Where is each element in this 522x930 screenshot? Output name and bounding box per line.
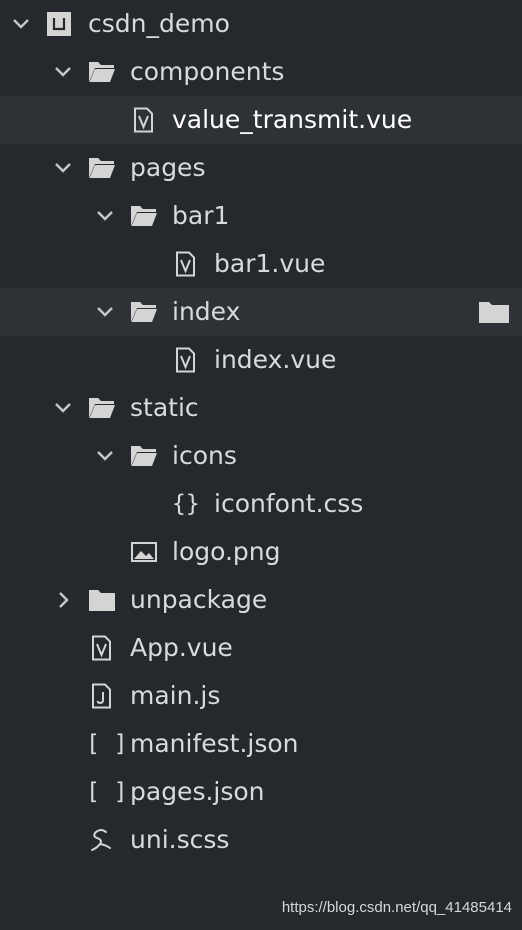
file-explorer: csdn_demo components value_transmit.vue … (0, 0, 522, 930)
chevron-down-icon[interactable] (94, 205, 116, 227)
folder-open-icon (88, 59, 116, 85)
tree-label: csdn_demo (88, 9, 230, 38)
folder-icon[interactable] (478, 300, 510, 324)
tree-row-value-transmit-vue[interactable]: value_transmit.vue (0, 96, 522, 144)
tree-label: icons (172, 441, 237, 470)
chevron-down-icon[interactable] (94, 445, 116, 467)
tree-row-index[interactable]: index (0, 288, 522, 336)
tree-row-index-vue[interactable]: index.vue (0, 336, 522, 384)
tree-label: pages (130, 153, 206, 182)
tree-row-bar1[interactable]: bar1 (0, 192, 522, 240)
folder-open-icon (130, 299, 158, 325)
js-file-icon (88, 683, 116, 709)
chevron-down-icon[interactable] (10, 13, 32, 35)
folder-icon (88, 587, 116, 613)
tree-label: logo.png (172, 537, 281, 566)
watermark: https://blog.csdn.net/qq_41485414 (281, 899, 512, 916)
tree-row-main-js[interactable]: main.js (0, 672, 522, 720)
vue-file-icon (130, 107, 158, 133)
tree-label: index.vue (214, 345, 337, 374)
tree-row-pages[interactable]: pages (0, 144, 522, 192)
tree-label: main.js (130, 681, 221, 710)
tree-row-pages-json[interactable]: [ ] pages.json (0, 768, 522, 816)
tree-row-components[interactable]: components (0, 48, 522, 96)
project-icon (46, 11, 74, 37)
tree-label: App.vue (130, 633, 233, 662)
sass-file-icon (88, 827, 116, 853)
image-file-icon (130, 539, 158, 565)
tree-label: iconfont.css (214, 489, 364, 518)
tree-row-bar1-vue[interactable]: bar1.vue (0, 240, 522, 288)
tree-row-icons[interactable]: icons (0, 432, 522, 480)
tree-label: manifest.json (130, 729, 299, 758)
tree-label: unpackage (130, 585, 268, 614)
json-file-icon: [ ] (86, 779, 128, 805)
tree-row-uni-scss[interactable]: uni.scss (0, 816, 522, 864)
chevron-down-icon[interactable] (94, 301, 116, 323)
chevron-down-icon[interactable] (52, 61, 74, 83)
folder-open-icon (88, 395, 116, 421)
tree-row-logo-png[interactable]: logo.png (0, 528, 522, 576)
folder-open-icon (130, 443, 158, 469)
chevron-right-icon[interactable] (52, 589, 74, 611)
tree-label: static (130, 393, 199, 422)
vue-file-icon (172, 251, 200, 277)
tree-row-unpackage[interactable]: unpackage (0, 576, 522, 624)
vue-file-icon (88, 635, 116, 661)
tree-label: value_transmit.vue (172, 105, 413, 134)
tree-label: pages.json (130, 777, 265, 806)
folder-open-icon (130, 203, 158, 229)
tree-label: index (172, 297, 241, 326)
tree-row-csdn-demo[interactable]: csdn_demo (0, 0, 522, 48)
tree-label: bar1.vue (214, 249, 326, 278)
tree-row-static[interactable]: static (0, 384, 522, 432)
tree-label: uni.scss (130, 825, 230, 854)
tree-row-manifest-json[interactable]: [ ] manifest.json (0, 720, 522, 768)
tree-row-iconfont-css[interactable]: {} iconfont.css (0, 480, 522, 528)
chevron-down-icon[interactable] (52, 397, 74, 419)
vue-file-icon (172, 347, 200, 373)
tree-label: components (130, 57, 285, 86)
json-file-icon: [ ] (86, 731, 128, 757)
tree-row-app-vue[interactable]: App.vue (0, 624, 522, 672)
folder-open-icon (88, 155, 116, 181)
tree-label: bar1 (172, 201, 230, 230)
chevron-down-icon[interactable] (52, 157, 74, 179)
css-file-icon: {} (172, 491, 200, 517)
